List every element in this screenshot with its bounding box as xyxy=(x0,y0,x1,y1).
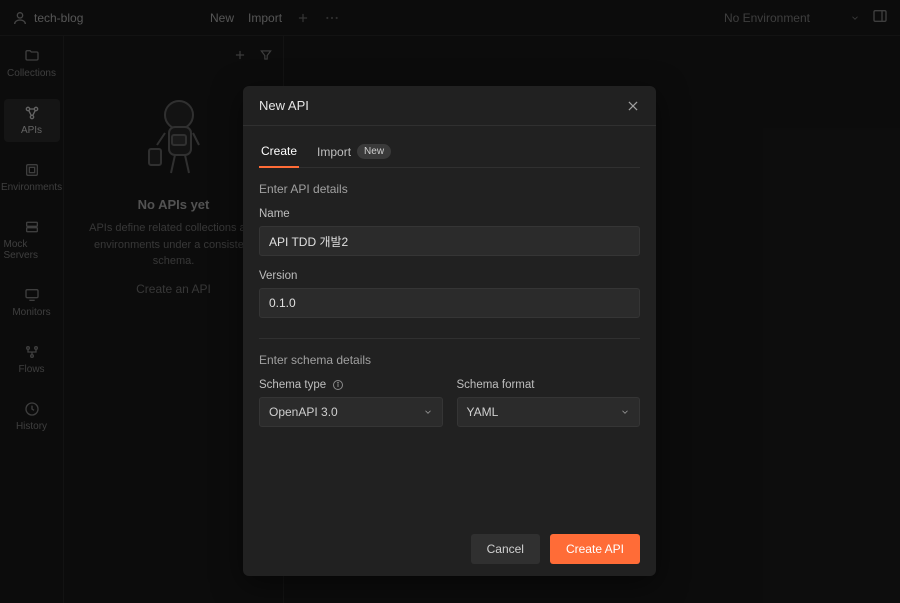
modal-tabs: Create Import New xyxy=(259,136,640,168)
modal-title: New API xyxy=(259,98,309,113)
version-label: Version xyxy=(259,270,640,282)
select-value: OpenAPI 3.0 xyxy=(269,405,338,419)
close-icon xyxy=(626,99,640,113)
info-icon xyxy=(332,379,344,391)
select-value: YAML xyxy=(467,405,499,419)
new-api-modal: New API Create Import New Enter API deta… xyxy=(243,86,656,576)
label-text: Schema type xyxy=(259,379,326,391)
section-api-details: Enter API details xyxy=(259,182,640,196)
schema-format-label: Schema format xyxy=(457,379,641,391)
schema-format-select[interactable]: YAML xyxy=(457,397,641,427)
tab-import[interactable]: Import New xyxy=(315,136,393,167)
new-badge: New xyxy=(357,144,391,159)
name-label: Name xyxy=(259,208,640,220)
tab-label: Import xyxy=(317,145,351,159)
cancel-button[interactable]: Cancel xyxy=(471,534,540,564)
section-schema-details: Enter schema details xyxy=(259,353,640,367)
create-api-button[interactable]: Create API xyxy=(550,534,640,564)
version-input[interactable] xyxy=(259,288,640,318)
divider xyxy=(259,338,640,339)
name-input[interactable] xyxy=(259,226,640,256)
close-button[interactable] xyxy=(626,99,640,113)
tab-create[interactable]: Create xyxy=(259,136,299,168)
tab-label: Create xyxy=(261,144,297,158)
chevron-down-icon xyxy=(620,407,630,417)
chevron-down-icon xyxy=(423,407,433,417)
schema-type-select[interactable]: OpenAPI 3.0 xyxy=(259,397,443,427)
schema-type-label: Schema type xyxy=(259,379,443,391)
